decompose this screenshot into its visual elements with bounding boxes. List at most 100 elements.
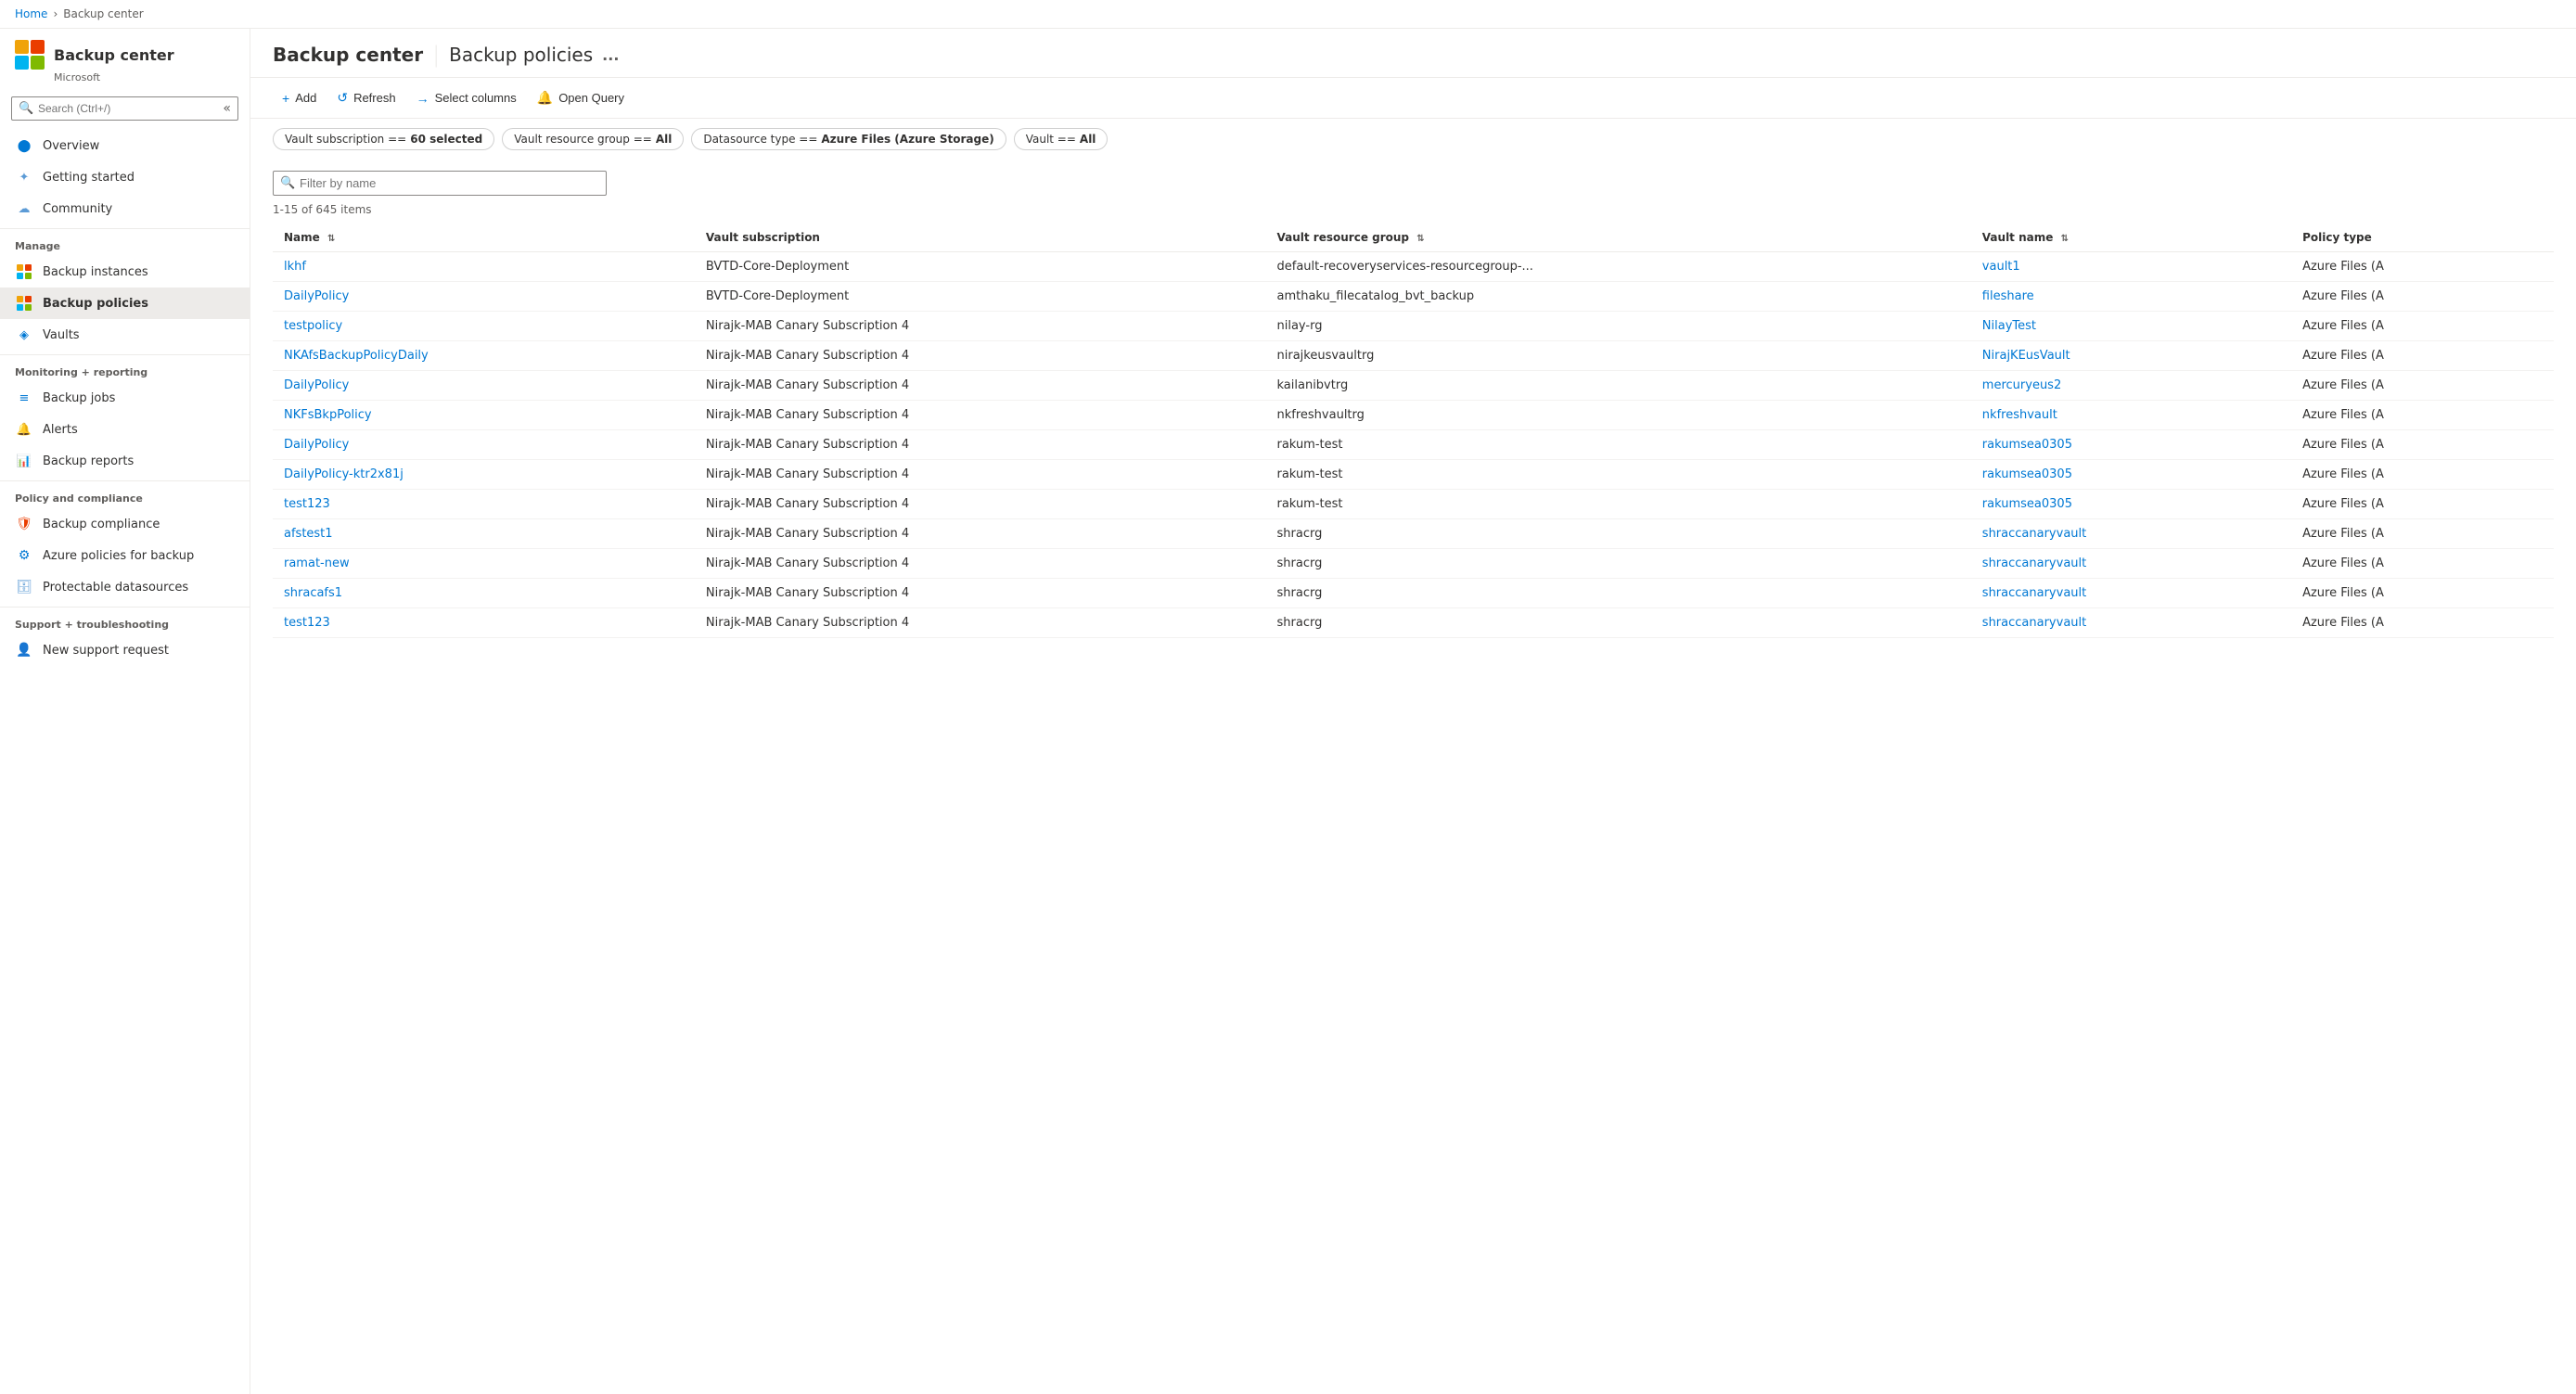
policy-name-link[interactable]: NKAfsBackupPolicyDaily: [284, 349, 429, 363]
open-query-label: Open Query: [558, 91, 624, 105]
filter-vault-subscription[interactable]: Vault subscription == 60 selected: [273, 128, 494, 150]
sidebar-item-backup-compliance[interactable]: 🛡 Backup compliance: [0, 508, 250, 540]
policy-name-link[interactable]: afstest1: [284, 527, 333, 541]
breadcrumb: Home › Backup center: [0, 0, 2576, 29]
breadcrumb-separator: ›: [53, 7, 58, 20]
col-vault-name[interactable]: Vault name ⇅: [1971, 224, 2291, 252]
cell-vault-name: nkfreshvault: [1971, 401, 2291, 430]
sidebar-label-backup-policies: Backup policies: [43, 297, 148, 311]
backup-jobs-icon: ≡: [15, 389, 33, 407]
vault-name-link[interactable]: nkfreshvault: [1982, 408, 2057, 422]
add-icon: +: [282, 91, 289, 106]
app-logo: [15, 40, 45, 70]
policy-name-link[interactable]: DailyPolicy: [284, 289, 349, 303]
policies-table: Name ⇅ Vault subscription Vault resource…: [273, 224, 2554, 638]
backup-reports-icon: 📊: [15, 452, 33, 470]
sidebar-item-backup-instances[interactable]: Backup instances: [0, 256, 250, 288]
cell-vault-resource-group: rakum-test: [1266, 490, 1971, 519]
cell-vault-subscription: Nirajk-MAB Canary Subscription 4: [695, 579, 1266, 608]
col-vault-resource-group[interactable]: Vault resource group ⇅: [1266, 224, 1971, 252]
table-row: test123 Nirajk-MAB Canary Subscription 4…: [273, 490, 2554, 519]
sidebar-item-backup-policies[interactable]: Backup policies: [0, 288, 250, 319]
sidebar-item-community[interactable]: ☁ Community: [0, 193, 250, 224]
filter-bar: Vault subscription == 60 selected Vault …: [250, 119, 2576, 160]
breadcrumb-home[interactable]: Home: [15, 7, 47, 20]
cell-policy-type: Azure Files (A: [2291, 549, 2554, 579]
policy-name-link[interactable]: lkhf: [284, 260, 306, 274]
filter-input[interactable]: [273, 171, 607, 196]
collapse-icon[interactable]: «: [223, 101, 231, 116]
sidebar-item-protectable-datasources[interactable]: 🗄 Protectable datasources: [0, 571, 250, 603]
cell-vault-resource-group: rakum-test: [1266, 460, 1971, 490]
policy-name-link[interactable]: shracafs1: [284, 586, 342, 600]
sidebar-item-overview[interactable]: ⬤ Overview: [0, 130, 250, 161]
policy-name-link[interactable]: testpolicy: [284, 319, 342, 333]
policy-name-link[interactable]: DailyPolicy-ktr2x81j: [284, 467, 404, 481]
select-columns-label: Select columns: [435, 91, 517, 105]
cell-name: test123: [273, 490, 695, 519]
vault-name-link[interactable]: mercuryeus2: [1982, 378, 2061, 392]
search-input[interactable]: [11, 96, 238, 121]
vault-name-link[interactable]: shraccanaryvault: [1982, 556, 2086, 570]
more-options-icon[interactable]: ...: [602, 46, 619, 64]
policy-name-link[interactable]: DailyPolicy: [284, 378, 349, 392]
open-query-button[interactable]: 🔔 Open Query: [528, 85, 634, 110]
sidebar-item-getting-started[interactable]: ✦ Getting started: [0, 161, 250, 193]
sidebar-item-new-support[interactable]: 👤 New support request: [0, 634, 250, 666]
vault-name-link[interactable]: shraccanaryvault: [1982, 616, 2086, 630]
cell-name: afstest1: [273, 519, 695, 549]
sidebar-label-protectable-datasources: Protectable datasources: [43, 581, 188, 595]
vault-name-link[interactable]: NilayTest: [1982, 319, 2036, 333]
sidebar-item-backup-jobs[interactable]: ≡ Backup jobs: [0, 382, 250, 414]
cell-vault-resource-group: nirajkeusvaultrg: [1266, 341, 1971, 371]
cell-policy-type: Azure Files (A: [2291, 519, 2554, 549]
sidebar-item-vaults[interactable]: ◈ Vaults: [0, 319, 250, 351]
filter-input-icon: 🔍: [280, 176, 295, 190]
vault-name-link[interactable]: NirajKEusVault: [1982, 349, 2070, 363]
sidebar-label-backup-instances: Backup instances: [43, 265, 148, 279]
policy-name-link[interactable]: NKFsBkpPolicy: [284, 408, 372, 422]
vault-name-link[interactable]: vault1: [1982, 260, 2020, 274]
cell-name: DailyPolicy: [273, 282, 695, 312]
vault-name-link[interactable]: rakumsea0305: [1982, 467, 2072, 481]
sidebar-item-backup-reports[interactable]: 📊 Backup reports: [0, 445, 250, 477]
page-title: Backup center | Backup policies ...: [273, 42, 2554, 68]
table-row: test123 Nirajk-MAB Canary Subscription 4…: [273, 608, 2554, 638]
cell-name: test123: [273, 608, 695, 638]
refresh-button[interactable]: ↺ Refresh: [327, 85, 404, 110]
section-monitoring: Monitoring + reporting: [0, 354, 250, 382]
add-button[interactable]: + Add: [273, 86, 326, 110]
vault-name-link[interactable]: fileshare: [1982, 289, 2034, 303]
vault-name-link[interactable]: shraccanaryvault: [1982, 586, 2086, 600]
vault-name-link[interactable]: shraccanaryvault: [1982, 527, 2086, 541]
table-row: NKFsBkpPolicy Nirajk-MAB Canary Subscrip…: [273, 401, 2554, 430]
col-vault-subscription[interactable]: Vault subscription: [695, 224, 1266, 252]
filter-vault[interactable]: Vault == All: [1014, 128, 1109, 150]
page-title-section: Backup policies: [449, 44, 593, 66]
select-columns-button[interactable]: → Select columns: [407, 86, 526, 110]
policy-name-link[interactable]: test123: [284, 497, 330, 511]
sidebar-label-community: Community: [43, 202, 112, 216]
filter-vault-resource-group[interactable]: Vault resource group == All: [502, 128, 684, 150]
sidebar-item-azure-policies[interactable]: ⚙ Azure policies for backup: [0, 540, 250, 571]
cell-vault-resource-group: kailanibvtrg: [1266, 371, 1971, 401]
vault-name-link[interactable]: rakumsea0305: [1982, 497, 2072, 511]
title-separator: |: [432, 42, 440, 68]
alerts-icon: 🔔: [15, 420, 33, 439]
cell-name: shracafs1: [273, 579, 695, 608]
cell-vault-name: rakumsea0305: [1971, 460, 2291, 490]
cell-vault-subscription: Nirajk-MAB Canary Subscription 4: [695, 371, 1266, 401]
filter-datasource-type[interactable]: Datasource type == Azure Files (Azure St…: [691, 128, 1006, 150]
vault-name-link[interactable]: rakumsea0305: [1982, 438, 2072, 452]
policy-name-link[interactable]: ramat-new: [284, 556, 350, 570]
cell-vault-name: NilayTest: [1971, 312, 2291, 341]
policy-name-link[interactable]: DailyPolicy: [284, 438, 349, 452]
col-policy-type[interactable]: Policy type: [2291, 224, 2554, 252]
sidebar-item-alerts[interactable]: 🔔 Alerts: [0, 414, 250, 445]
policy-name-link[interactable]: test123: [284, 616, 330, 630]
cell-vault-name: shraccanaryvault: [1971, 549, 2291, 579]
cell-vault-name: rakumsea0305: [1971, 490, 2291, 519]
col-name[interactable]: Name ⇅: [273, 224, 695, 252]
cell-policy-type: Azure Files (A: [2291, 608, 2554, 638]
cell-vault-subscription: Nirajk-MAB Canary Subscription 4: [695, 608, 1266, 638]
